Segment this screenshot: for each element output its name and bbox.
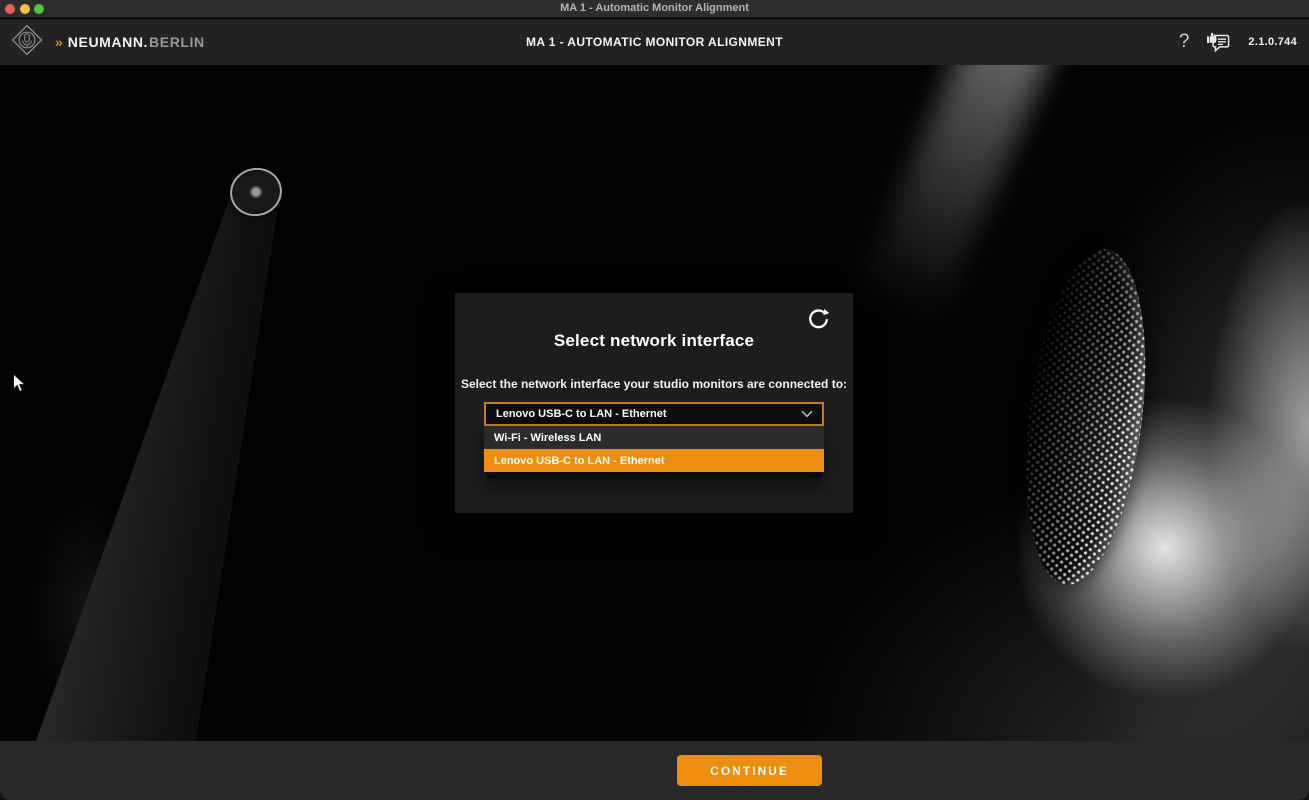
neumann-logo-icon (10, 23, 44, 62)
option-ethernet[interactable]: Lenovo USB-C to LAN - Ethernet (484, 449, 824, 472)
brand: » NEUMANN. BERLIN (10, 19, 205, 65)
version-label: 2.1.0.744 (1248, 36, 1297, 48)
brand-suffix: BERLIN (149, 34, 205, 50)
dialog-title: Select network interface (455, 331, 853, 351)
mouse-cursor-icon (12, 373, 27, 399)
header-actions: ? 2.1.0.744 (1179, 19, 1297, 65)
close-button[interactable] (5, 4, 15, 14)
popup-bottom-edge (485, 472, 823, 479)
main-stage: Select network interface Select the netw… (0, 65, 1309, 741)
zoom-button[interactable] (34, 4, 44, 14)
app-header: » NEUMANN. BERLIN MA 1 - AUTOMATIC MONIT… (0, 19, 1309, 65)
titlebar[interactable]: MA 1 - Automatic Monitor Alignment (0, 0, 1309, 18)
speaker-waveguide-highlight (857, 65, 1056, 327)
minimize-button[interactable] (20, 4, 30, 14)
network-interface-dialog: Select network interface Select the netw… (455, 293, 853, 513)
refresh-icon[interactable] (805, 306, 831, 332)
help-button[interactable]: ? (1179, 31, 1190, 53)
measurement-microphone-image (0, 65, 400, 741)
dialog-description: Select the network interface your studio… (455, 377, 853, 391)
continue-button[interactable]: CONTINUE (677, 755, 822, 786)
brand-chevrons: » (55, 34, 61, 50)
traffic-lights (5, 4, 44, 14)
window-title: MA 1 - Automatic Monitor Alignment (0, 0, 1309, 17)
network-interface-select[interactable]: Lenovo USB-C to LAN - Ethernet (484, 402, 824, 426)
option-wifi[interactable]: Wi-Fi - Wireless LAN (484, 426, 824, 449)
brand-name: NEUMANN. (68, 34, 148, 50)
footer-bar: CONTINUE (0, 741, 1309, 800)
chevron-down-icon (801, 410, 813, 418)
speaker-grille-image (1010, 242, 1162, 591)
select-value: Lenovo USB-C to LAN - Ethernet (486, 408, 801, 420)
app-window: MA 1 - Automatic Monitor Alignment » NEU… (0, 0, 1309, 800)
network-interface-options: Wi-Fi - Wireless LAN Lenovo USB-C to LAN… (484, 426, 824, 479)
feedback-icon[interactable] (1205, 28, 1232, 57)
